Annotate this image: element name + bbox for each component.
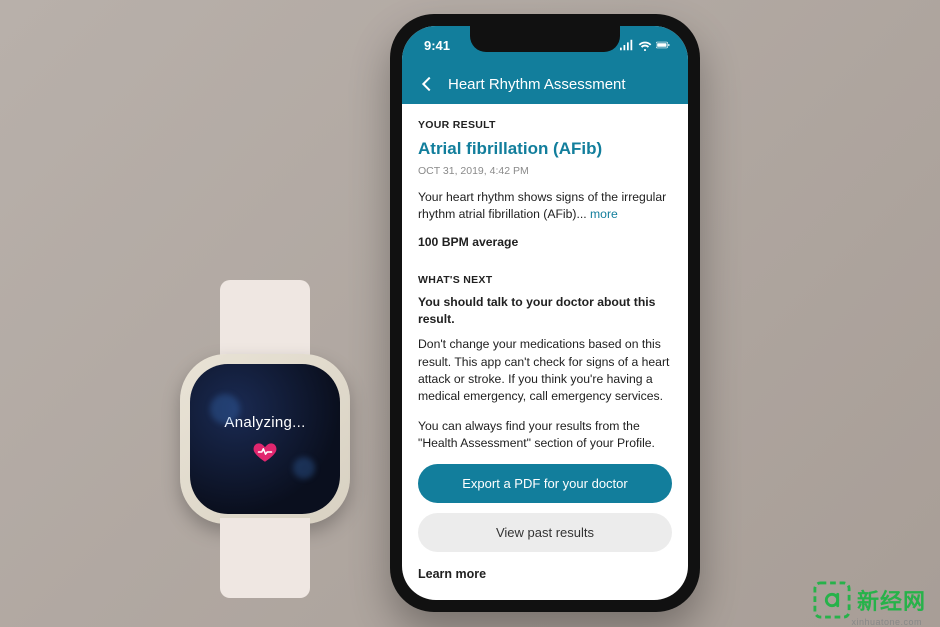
nav-bar: Heart Rhythm Assessment (402, 64, 688, 104)
watch-case: Analyzing... (180, 354, 350, 524)
watermark-brand: 新经网 (857, 584, 926, 616)
scroll-content[interactable]: YOUR RESULT Atrial fibrillation (AFib) O… (402, 104, 688, 600)
result-body-text: Your heart rhythm shows signs of the irr… (418, 190, 666, 221)
status-time: 9:41 (424, 38, 450, 53)
view-past-results-button[interactable]: View past results (418, 513, 672, 552)
result-body: Your heart rhythm shows signs of the irr… (418, 189, 672, 224)
more-link[interactable]: more (590, 207, 618, 221)
watermark-logo-icon (813, 581, 851, 619)
next-section-label: WHAT'S NEXT (418, 273, 672, 288)
next-paragraph-2: You can always find your results from th… (418, 418, 672, 453)
watermark: 新经网 (813, 581, 926, 619)
phone-notch (470, 26, 620, 52)
watch-band-bottom (220, 518, 310, 598)
nav-title: Heart Rhythm Assessment (448, 76, 626, 93)
export-pdf-button[interactable]: Export a PDF for your doctor (418, 464, 672, 503)
watch-face: Analyzing... (190, 364, 340, 514)
next-lead: You should talk to your doctor about thi… (418, 294, 672, 329)
result-section-label: YOUR RESULT (418, 118, 672, 133)
smartwatch: Analyzing... (175, 280, 355, 598)
phone-screen: 9:41 Heart Rhythm Assessment YOUR RESULT… (402, 26, 688, 600)
wifi-icon (638, 39, 652, 51)
battery-icon (656, 39, 670, 51)
result-timestamp: OCT 31, 2019, 4:42 PM (418, 164, 672, 179)
result-title: Atrial fibrillation (AFib) (418, 137, 672, 161)
watermark-domain: xinhuatone.com (851, 617, 922, 627)
watch-band-top (220, 280, 310, 360)
back-button[interactable] (416, 73, 438, 95)
heart-pulse-icon (252, 439, 278, 465)
watch-status-text: Analyzing... (224, 414, 305, 431)
next-paragraph-1: Don't change your medications based on t… (418, 336, 672, 405)
bpm-average: 100 BPM average (418, 234, 672, 251)
signal-icon (620, 39, 634, 51)
learn-more-link[interactable]: Learn more (418, 566, 672, 584)
phone-mockup: 9:41 Heart Rhythm Assessment YOUR RESULT… (390, 14, 700, 612)
